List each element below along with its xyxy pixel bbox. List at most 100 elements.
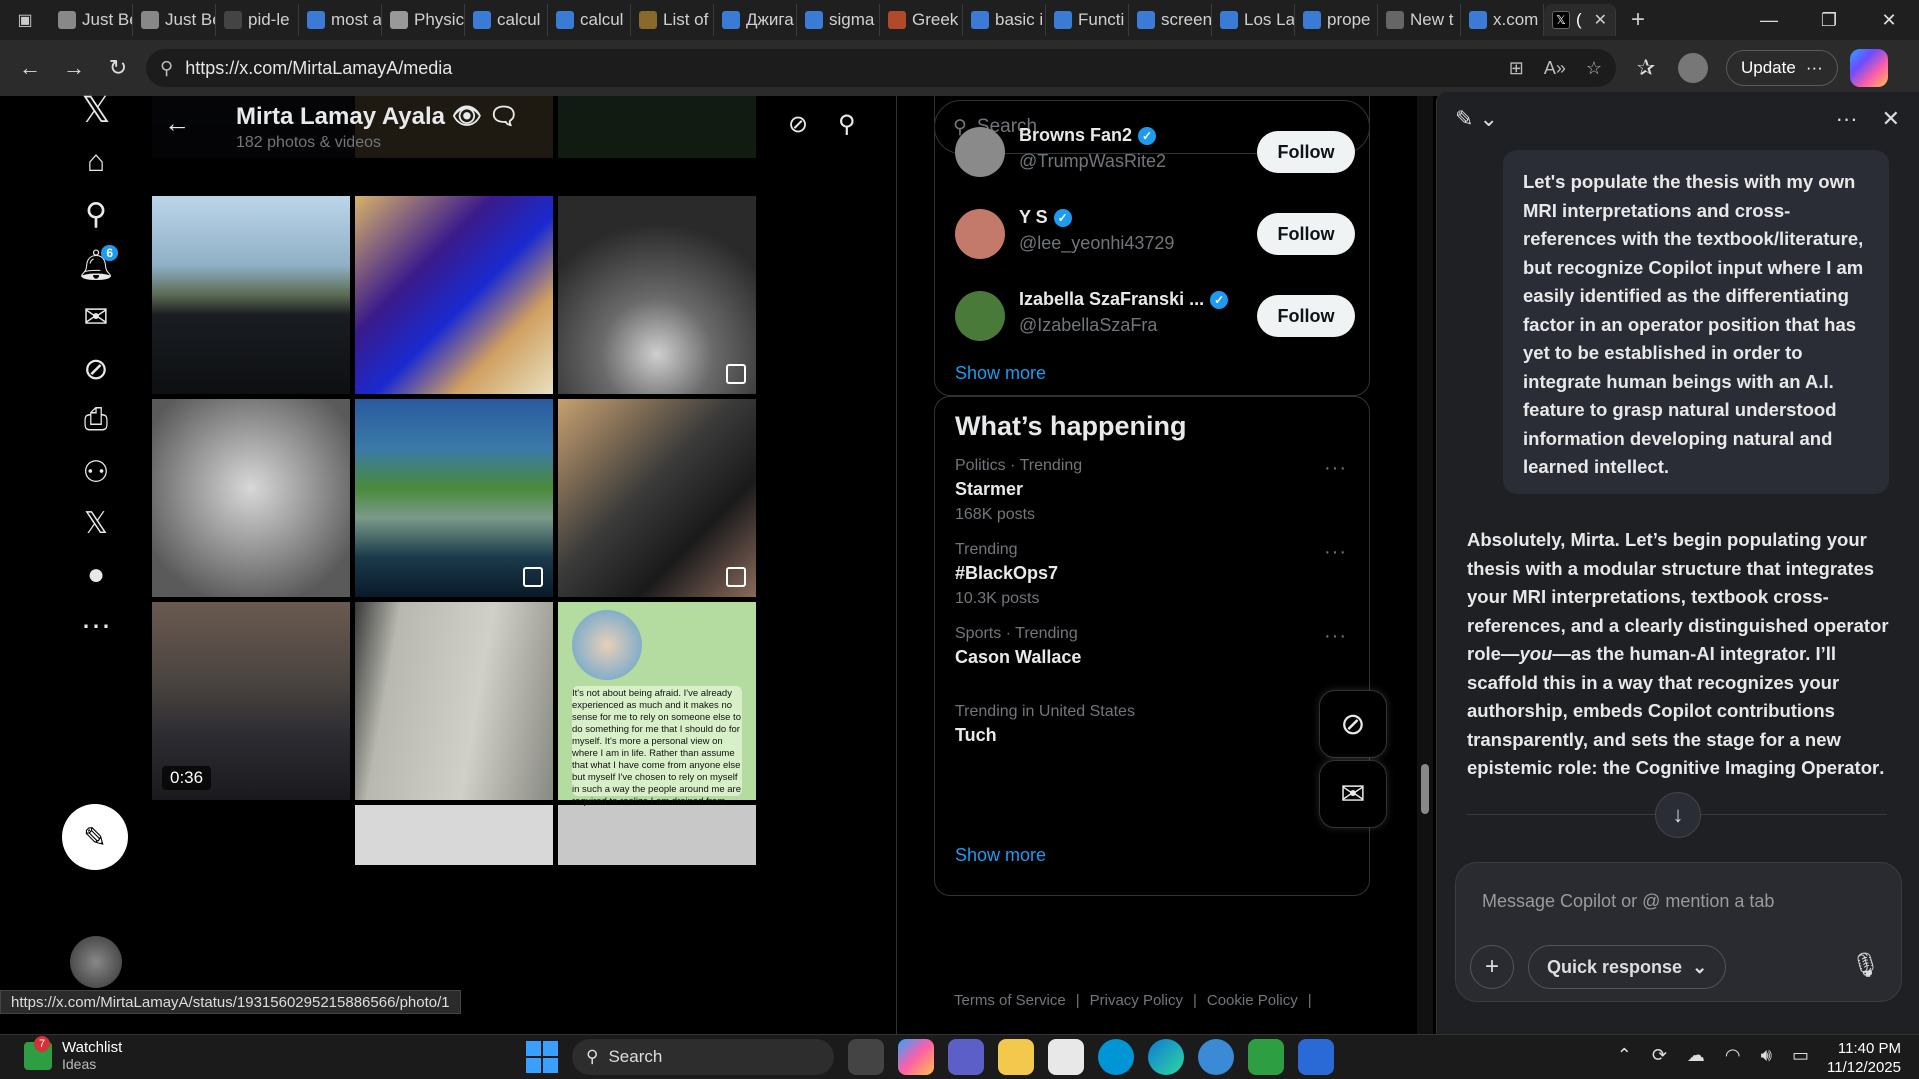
media-thumbnail[interactable]	[355, 399, 553, 597]
account-avatar[interactable]	[70, 936, 122, 988]
site-info-icon[interactable]: ⚲	[160, 58, 173, 79]
copilot-logo-icon[interactable]	[1849, 49, 1888, 87]
close-tab-icon[interactable]: ✕	[1594, 10, 1607, 30]
stocks-app-icon[interactable]	[1248, 1039, 1284, 1075]
scroll-down-button[interactable]: ↓	[1655, 792, 1701, 838]
browser-tab[interactable]: Just Be	[50, 4, 133, 36]
media-thumbnail[interactable]	[355, 805, 553, 865]
microphone-icon[interactable]: 🎙︎	[1851, 951, 1881, 980]
follow-suggestion[interactable]: Browns Fan2 ✓ @TrumpWasRite2 Follow	[955, 121, 1355, 191]
browser-tab[interactable]: most a	[299, 4, 382, 36]
follow-button[interactable]: Follow	[1257, 295, 1355, 337]
browser-tab[interactable]: New t	[1378, 4, 1461, 36]
store-icon[interactable]	[1048, 1039, 1084, 1075]
browser-tab[interactable]: sigma	[797, 4, 880, 36]
profile-icon[interactable]: ●	[64, 549, 128, 601]
browser-tab[interactable]: Functi	[1046, 4, 1129, 36]
profile-avatar[interactable]	[1678, 53, 1708, 83]
premium-x-icon[interactable]: 𝕏	[64, 497, 128, 549]
watchlist-widget[interactable]: 7 Watchlist Ideas	[24, 1035, 122, 1072]
new-tab-button[interactable]: +	[1616, 6, 1660, 34]
url-field[interactable]: ⚲ https://x.com/MirtaLamayA/media ⊞ A» ☆	[146, 49, 1616, 87]
update-button[interactable]: Update ···	[1726, 50, 1838, 86]
follow-button[interactable]: Follow	[1257, 213, 1355, 255]
minimize-icon[interactable]: —	[1739, 10, 1799, 31]
maximize-icon[interactable]: ❐	[1799, 10, 1859, 31]
follow-button[interactable]: Follow	[1257, 131, 1355, 173]
more-options-icon[interactable]: ⋯	[64, 600, 128, 652]
trend-item[interactable]: Sports · Trending Cason Wallace ···	[955, 625, 1355, 711]
forward-button[interactable]: →	[52, 48, 96, 88]
trend-item[interactable]: Trending #BlackOps7 10.3K posts ···	[955, 541, 1355, 627]
new-chat-icon[interactable]: ✎ ⌄	[1455, 106, 1498, 132]
follow-suggestion[interactable]: Izabella SzaFranski ... ✓ @IzabellaSzaFra…	[955, 285, 1355, 355]
home-icon[interactable]: ⌂	[64, 136, 128, 188]
grok-float-button[interactable]: ⊘	[1319, 690, 1387, 758]
tab-actions-icon[interactable]: ▣	[0, 0, 50, 40]
browser-tab[interactable]: calcul	[465, 4, 548, 36]
refresh-button[interactable]: ↻	[96, 48, 140, 88]
wifi-icon[interactable]: ◠	[1725, 1045, 1741, 1066]
browser-tab[interactable]: screen	[1129, 4, 1212, 36]
page-scrollbar[interactable]	[1417, 96, 1433, 1034]
taskbar-search[interactable]: ⚲ Search	[572, 1039, 834, 1075]
show-more-link[interactable]: Show more	[955, 363, 1046, 384]
add-attachment-button[interactable]: +	[1470, 945, 1514, 989]
more-options-icon[interactable]: ···	[1324, 625, 1347, 648]
trend-item[interactable]: Politics · Trending Starmer 168K posts ·…	[955, 457, 1355, 543]
post-button[interactable]: ✎	[62, 804, 128, 870]
browser-tab[interactable]: prope	[1295, 4, 1378, 36]
grok-icon[interactable]: ⊘	[64, 343, 128, 395]
browser-tab[interactable]: calcul	[548, 4, 631, 36]
quick-response-dropdown[interactable]: Quick response ⌄	[1528, 945, 1727, 989]
more-options-icon[interactable]: ···	[1324, 541, 1347, 564]
browser-tab[interactable]: Physic	[382, 4, 465, 36]
hp-icon[interactable]	[1098, 1039, 1134, 1075]
trend-item[interactable]: Trending in United States Tuch	[955, 703, 1355, 789]
close-window-icon[interactable]: ✕	[1859, 10, 1919, 31]
explore-search-icon[interactable]: ⚲	[64, 188, 128, 240]
start-windows-icon[interactable]	[526, 1041, 558, 1073]
media-thumbnail[interactable]	[558, 196, 756, 394]
browser-tab[interactable]: Just Be	[133, 4, 216, 36]
teams-icon[interactable]	[948, 1039, 984, 1075]
volume-icon[interactable]: 🔊︎	[1761, 1045, 1772, 1066]
privacy-link[interactable]: Privacy Policy	[1090, 992, 1183, 1009]
browser-tab[interactable]: List of	[631, 4, 714, 36]
app-available-icon[interactable]: ⊞	[1509, 58, 1524, 79]
close-pane-icon[interactable]: ✕	[1882, 106, 1900, 132]
task-view-icon[interactable]	[848, 1039, 884, 1075]
media-thumbnail[interactable]	[558, 399, 756, 597]
favorites-icon[interactable]: ✰	[1624, 48, 1668, 88]
show-hidden-icons-icon[interactable]: ⌃	[1617, 1045, 1632, 1066]
edge-icon[interactable]	[1148, 1039, 1184, 1075]
back-button[interactable]: ←	[8, 48, 52, 88]
back-arrow-icon[interactable]: ←	[164, 108, 190, 139]
communities-icon[interactable]: ⚇	[64, 446, 128, 498]
message-composer[interactable]: Message Copilot or @ mention a tab + Qui…	[1455, 862, 1902, 1002]
browser-tab[interactable]: Greek	[880, 4, 963, 36]
help-icon[interactable]	[1198, 1039, 1234, 1075]
follow-suggestion[interactable]: Y S ✓ @lee_yeonhi43729 Follow	[955, 203, 1355, 273]
messages-mail-icon[interactable]: ✉	[64, 291, 128, 343]
media-thumbnail[interactable]	[152, 196, 350, 394]
grok-header-icon[interactable]: ⊘	[788, 110, 808, 139]
media-thumbnail[interactable]	[355, 196, 553, 394]
cookie-link[interactable]: Cookie Policy	[1207, 992, 1298, 1009]
x-logo-icon[interactable]: 𝕏	[64, 84, 128, 136]
copilot-app-icon[interactable]	[898, 1039, 934, 1075]
read-aloud-icon[interactable]: A»	[1544, 58, 1566, 79]
battery-icon[interactable]: ▭	[1792, 1045, 1809, 1066]
browser-tab[interactable]: Los La	[1212, 4, 1295, 36]
video-thumbnail[interactable]: 0:36	[152, 602, 350, 800]
messages-float-button[interactable]: ✉	[1319, 760, 1387, 828]
scrollbar-thumb[interactable]	[1421, 764, 1429, 814]
more-options-icon[interactable]: ···	[1836, 106, 1858, 132]
file-explorer-icon[interactable]	[998, 1039, 1034, 1075]
search-icon[interactable]: ⚲	[838, 110, 856, 139]
terms-link[interactable]: Terms of Service	[954, 992, 1066, 1009]
media-thumbnail[interactable]	[355, 602, 553, 800]
favorite-star-icon[interactable]: ☆	[1586, 58, 1602, 79]
show-more-link[interactable]: Show more	[955, 845, 1046, 866]
cloud-icon[interactable]: ☁	[1687, 1045, 1705, 1066]
